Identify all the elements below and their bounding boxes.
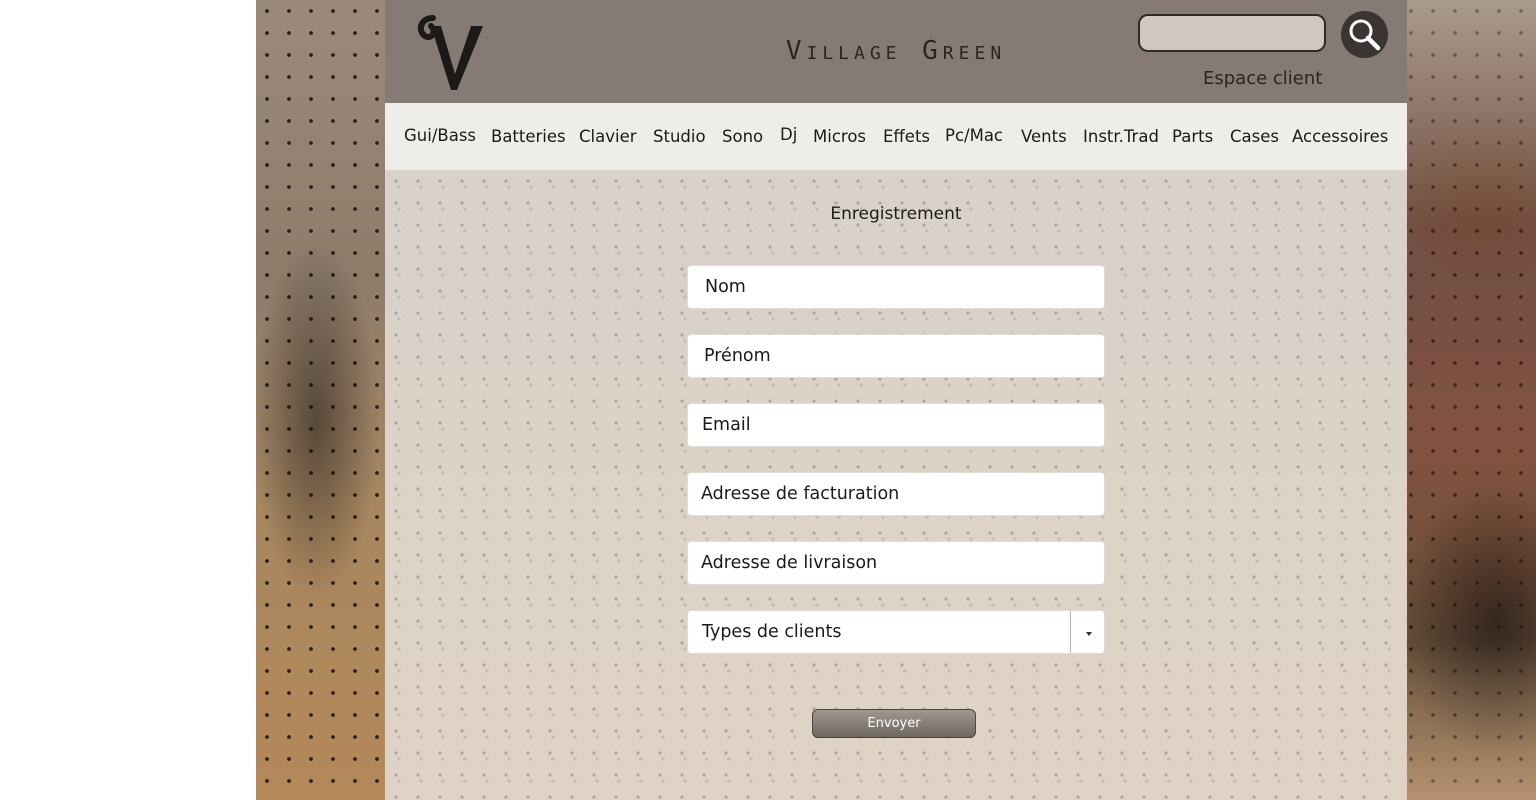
main-nav: Gui/Bass Batteries Clavier Studio Sono D…: [385, 103, 1407, 170]
nav-item-dj[interactable]: Dj: [780, 125, 797, 144]
nav-item-instr-trad[interactable]: Instr.Trad: [1083, 127, 1159, 146]
nav-item-sono[interactable]: Sono: [722, 127, 763, 146]
select-divider: [1070, 611, 1071, 653]
adresse-livraison-placeholder: Adresse de livraison: [701, 553, 878, 573]
email-placeholder: Email: [702, 415, 751, 435]
search-button[interactable]: [1341, 11, 1388, 58]
submit-button[interactable]: Envoyer: [812, 709, 976, 738]
form-title: Enregistrement: [830, 204, 962, 224]
registration-section: Enregistrement Nom Prénom Email Adresse …: [385, 170, 1407, 800]
nav-item-micros[interactable]: Micros: [813, 127, 866, 146]
nom-field[interactable]: Nom: [687, 265, 1105, 309]
account-link[interactable]: Espace client: [1203, 68, 1322, 89]
email-field[interactable]: Email: [687, 403, 1105, 447]
prenom-field[interactable]: Prénom: [687, 334, 1105, 378]
nav-item-effets[interactable]: Effets: [883, 127, 930, 146]
caret-down-icon[interactable]: [1086, 632, 1092, 636]
nav-item-cases[interactable]: Cases: [1230, 127, 1279, 146]
nav-item-clavier[interactable]: Clavier: [579, 127, 637, 146]
types-clients-select[interactable]: Types de clients: [687, 610, 1105, 654]
nav-item-gui-bass[interactable]: Gui/Bass: [404, 126, 476, 145]
nav-item-vents[interactable]: Vents: [1021, 127, 1067, 146]
nav-item-batteries[interactable]: Batteries: [491, 127, 566, 146]
search-icon: [1349, 19, 1381, 51]
page: Village Green Espace client Gui/Bass Bat…: [385, 0, 1407, 800]
header: Village Green Espace client: [385, 0, 1407, 103]
adresse-facturation-placeholder: Adresse de facturation: [701, 484, 900, 504]
nom-placeholder: Nom: [705, 277, 746, 297]
nav-item-pc-mac[interactable]: Pc/Mac: [945, 126, 1003, 145]
adresse-facturation-field[interactable]: Adresse de facturation: [687, 472, 1105, 516]
types-clients-value: Types de clients: [702, 622, 842, 642]
prenom-placeholder: Prénom: [704, 346, 771, 366]
search-input[interactable]: [1138, 14, 1326, 52]
adresse-livraison-field[interactable]: Adresse de livraison: [687, 541, 1105, 585]
nav-item-studio[interactable]: Studio: [653, 127, 706, 146]
nav-item-parts[interactable]: Parts: [1172, 127, 1213, 146]
nav-item-accessoires[interactable]: Accessoires: [1292, 127, 1388, 146]
